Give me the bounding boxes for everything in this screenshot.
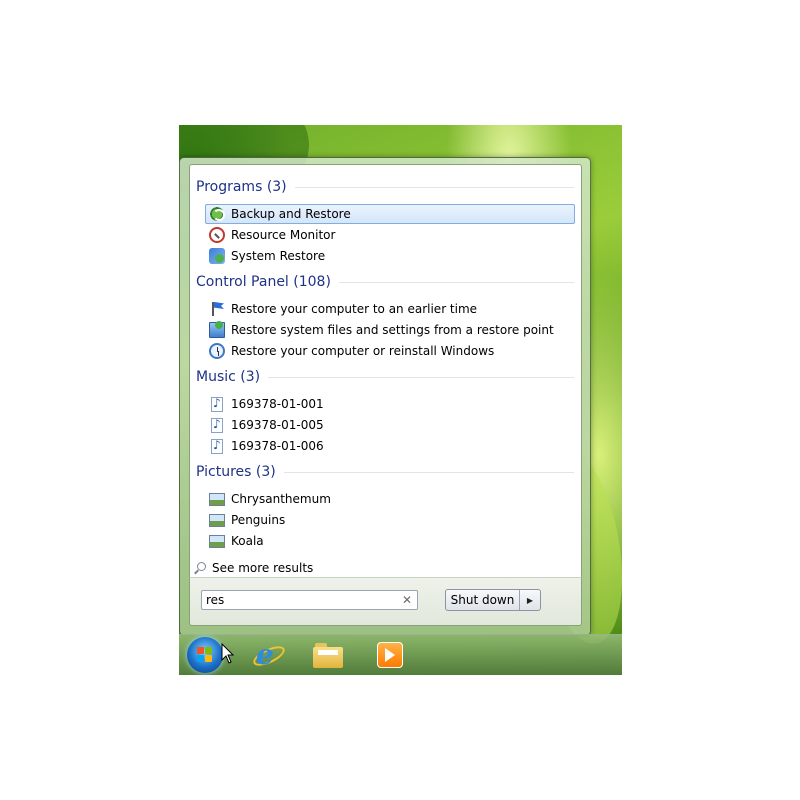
group-header-pictures[interactable]: Pictures (3) [196, 462, 574, 482]
group-title: Pictures (3) [196, 464, 276, 480]
shutdown-button[interactable]: Shut down [446, 590, 520, 610]
picture-file-icon [209, 493, 225, 506]
picture-file-icon [209, 535, 225, 548]
backup-restore-icon [209, 206, 225, 222]
group-title: Music (3) [196, 369, 261, 385]
start-menu: Programs (3) Backup and Restore Resource… [179, 157, 591, 636]
flag-icon [209, 301, 225, 317]
result-label: Restore your computer to an earlier time [231, 302, 478, 316]
divider [294, 186, 574, 188]
music-file-icon [211, 438, 223, 454]
group-header-programs[interactable]: Programs (3) [196, 177, 574, 197]
monitor-icon [209, 321, 225, 338]
result-music-006[interactable]: 169378-01-006 [205, 436, 575, 456]
result-label: 169378-01-005 [231, 418, 324, 432]
windows-explorer-icon[interactable] [311, 639, 345, 671]
desktop: Programs (3) Backup and Restore Resource… [179, 125, 622, 675]
see-more-results-link[interactable]: See more results [194, 559, 313, 577]
recovery-clock-icon [209, 343, 225, 359]
start-menu-footer: res ✕ Shut down ▶ [189, 577, 582, 626]
result-label: Restore system files and settings from a… [231, 323, 554, 337]
divider [268, 376, 574, 378]
start-orb-icon[interactable] [187, 637, 223, 673]
media-player-icon[interactable] [373, 639, 407, 671]
result-label: System Restore [231, 249, 326, 263]
resource-monitor-icon [209, 227, 225, 243]
close-icon[interactable]: ✕ [400, 593, 414, 607]
taskbar: e [179, 634, 622, 675]
result-resource-monitor[interactable]: Resource Monitor [205, 225, 575, 245]
result-koala[interactable]: Koala [205, 531, 575, 551]
result-system-restore[interactable]: System Restore [205, 246, 575, 266]
result-music-001[interactable]: 169378-01-001 [205, 394, 575, 414]
search-icon [194, 562, 206, 574]
music-file-icon [211, 396, 223, 412]
internet-explorer-icon[interactable]: e [250, 639, 288, 671]
group-header-control-panel[interactable]: Control Panel (108) [196, 272, 574, 292]
result-label: Koala [231, 534, 264, 548]
search-input[interactable]: res ✕ [201, 590, 418, 610]
search-results-panel: Programs (3) Backup and Restore Resource… [189, 164, 582, 578]
divider [283, 471, 574, 473]
result-restore-system-files[interactable]: Restore system files and settings from a… [205, 320, 575, 340]
result-label: 169378-01-001 [231, 397, 324, 411]
result-label: Resource Monitor [231, 228, 336, 242]
divider [338, 281, 574, 283]
result-backup-and-restore[interactable]: Backup and Restore [205, 204, 575, 224]
group-header-music[interactable]: Music (3) [196, 367, 574, 387]
result-label: Penguins [231, 513, 286, 527]
picture-file-icon [209, 514, 225, 527]
result-label: Chrysanthemum [231, 492, 331, 506]
result-reinstall-windows[interactable]: Restore your computer or reinstall Windo… [205, 341, 575, 361]
search-value: res [206, 593, 225, 607]
result-label: 169378-01-006 [231, 439, 324, 453]
music-file-icon [211, 417, 223, 433]
result-penguins[interactable]: Penguins [205, 510, 575, 530]
see-more-label: See more results [212, 561, 314, 575]
result-label: Restore your computer or reinstall Windo… [231, 344, 495, 358]
windows-logo-icon [197, 647, 213, 663]
arrow-right-icon[interactable]: ▶ [520, 590, 540, 610]
group-title: Control Panel (108) [196, 274, 331, 290]
group-title: Programs (3) [196, 179, 287, 195]
shutdown-button-group: Shut down ▶ [445, 589, 541, 611]
result-music-005[interactable]: 169378-01-005 [205, 415, 575, 435]
system-restore-icon [209, 248, 225, 264]
result-restore-earlier-time[interactable]: Restore your computer to an earlier time [205, 299, 575, 319]
result-label: Backup and Restore [231, 207, 351, 221]
result-chrysanthemum[interactable]: Chrysanthemum [205, 489, 575, 509]
